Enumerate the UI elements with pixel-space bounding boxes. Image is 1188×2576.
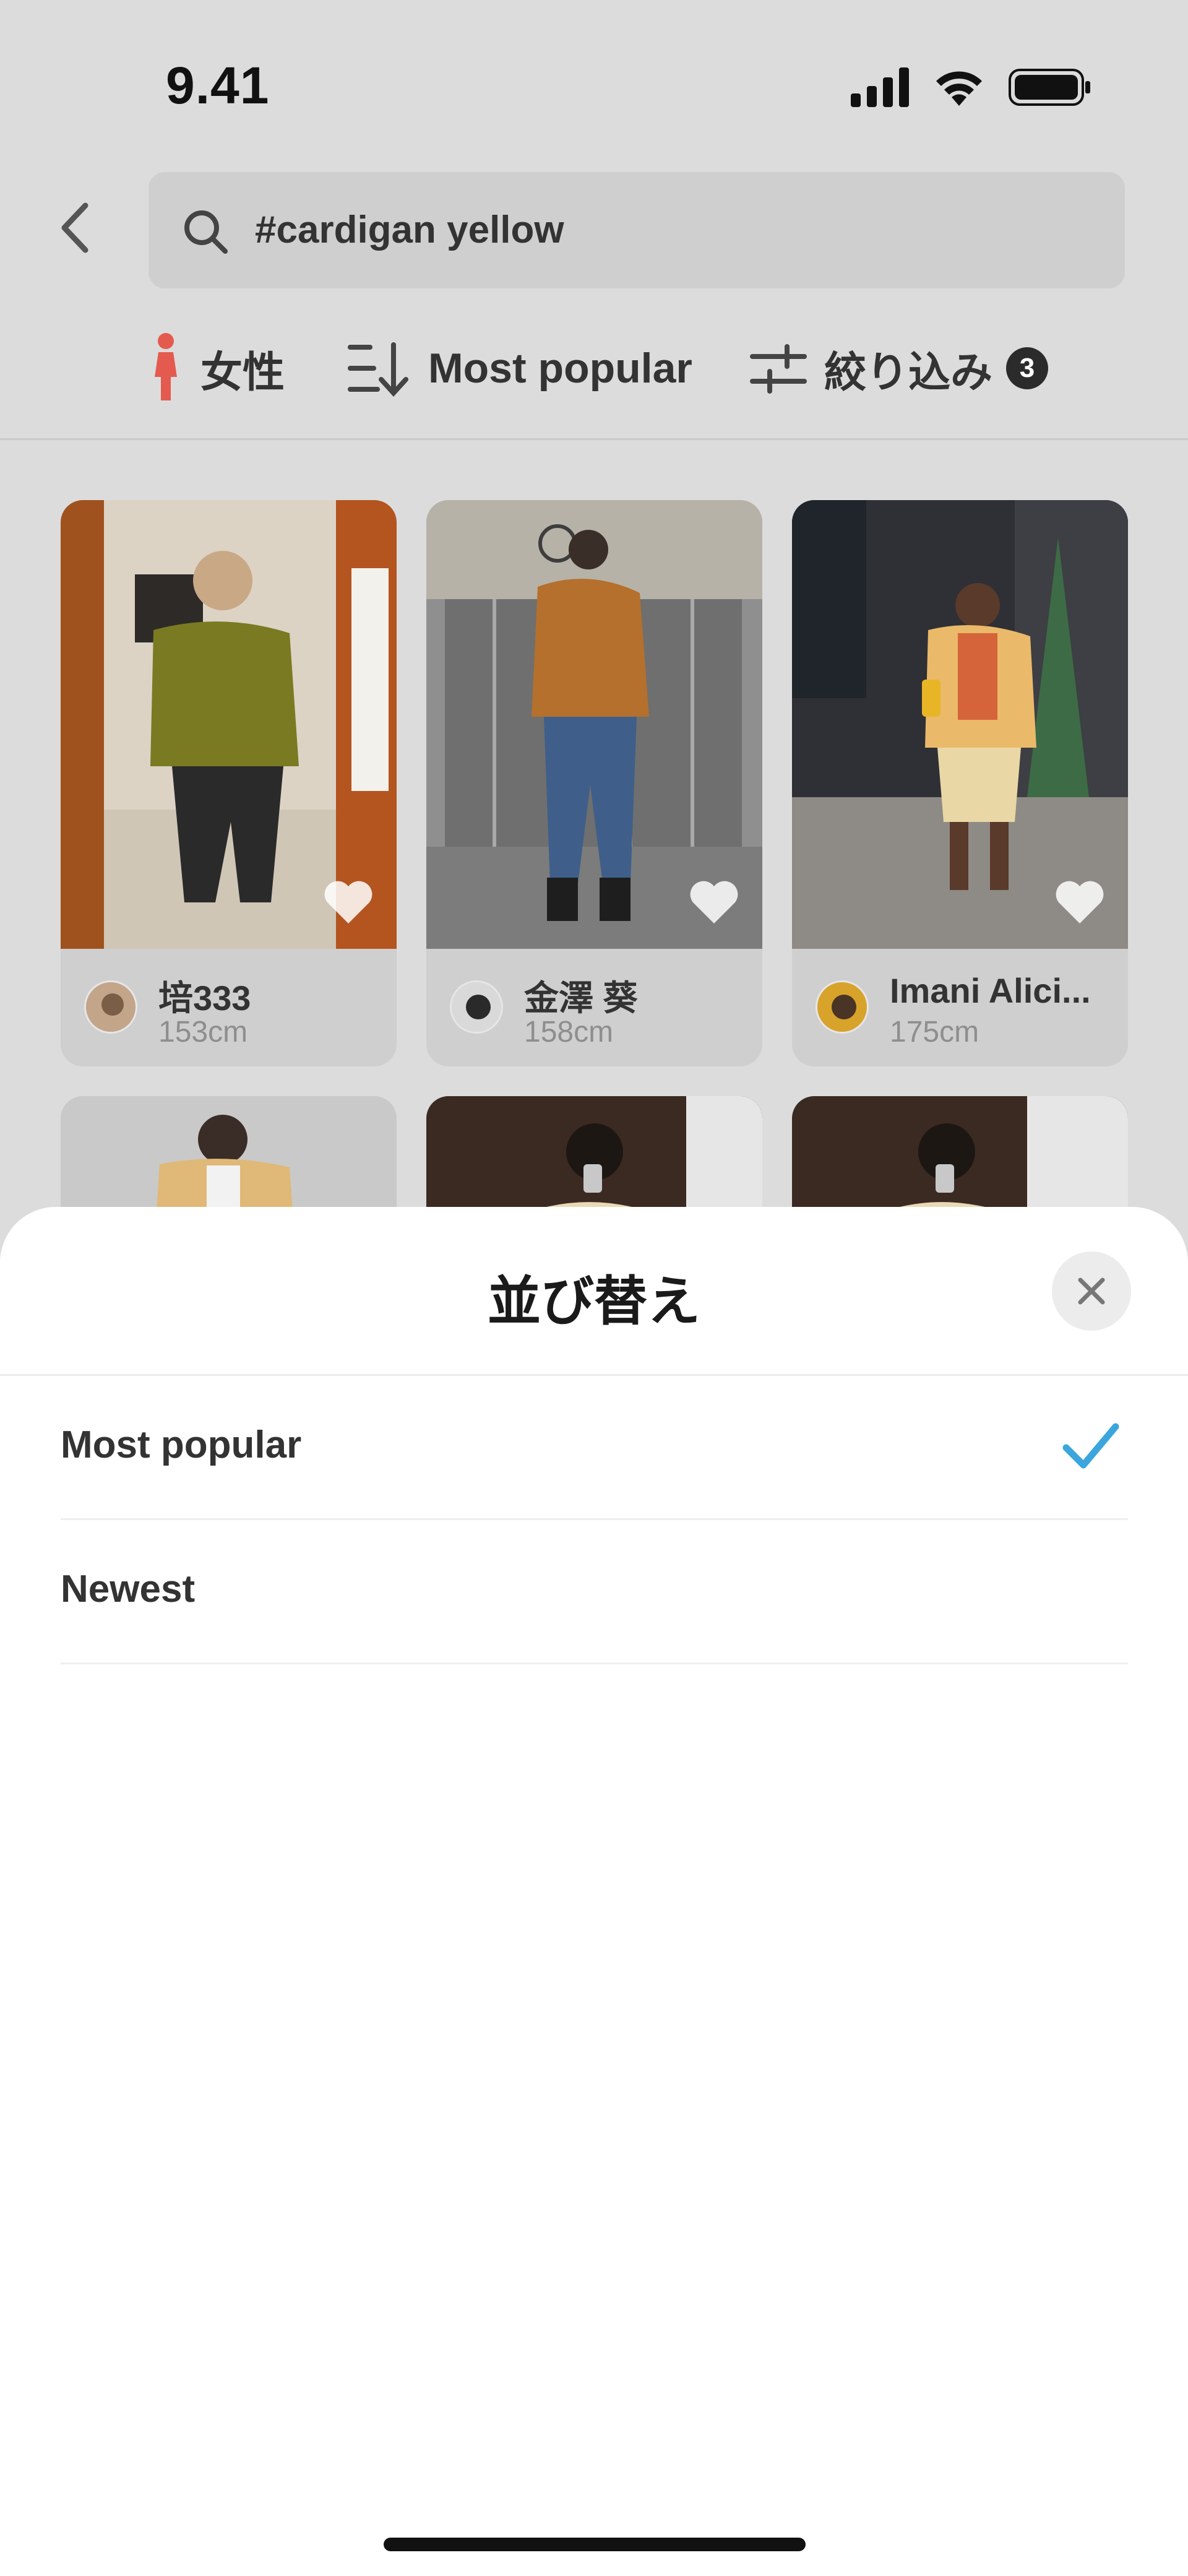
home-indicator [384, 2538, 806, 2551]
sort-bottom-sheet: 並び替え Most popular Newest [0, 1207, 1188, 2576]
sort-option-newest[interactable]: Newest [61, 1520, 1128, 1664]
search-query: #cardigan yellow [255, 209, 564, 251]
post-card[interactable]: 培333 153cm [61, 500, 397, 1066]
sliders-icon [750, 344, 807, 394]
post-user-height: 153cm [158, 1016, 248, 1048]
sort-option-label: Most popular [61, 1424, 302, 1466]
chevron-left-icon [61, 202, 88, 253]
wifi-icon [936, 71, 982, 106]
gender-filter-label: 女性 [200, 348, 285, 396]
post-user-height: 158cm [524, 1016, 614, 1048]
sheet-title: 並び替え [488, 1272, 700, 1331]
heart-icon[interactable] [1054, 879, 1106, 926]
post-card[interactable]: 金澤 葵 158cm [426, 500, 762, 1066]
status-time: 9.41 [166, 56, 270, 115]
sort-label: Most popular [428, 345, 692, 392]
sort-option-most-popular[interactable]: Most popular [61, 1376, 1128, 1520]
post-card[interactable]: Imani Alici... 175cm [792, 500, 1128, 1066]
status-icons [851, 65, 1098, 108]
post-user-height: 175cm [890, 1016, 979, 1048]
cellular-signal-icon [851, 67, 909, 107]
post-username: 金澤 葵 [524, 979, 638, 1018]
filter-row: 女性 Most popular 絞り込み 3 [0, 328, 1188, 408]
avatar[interactable] [84, 980, 137, 1034]
search-icon [184, 210, 228, 254]
battery-icon [1009, 69, 1090, 106]
post-photo [61, 500, 397, 949]
female-icon [155, 333, 177, 400]
header-divider [0, 438, 1188, 440]
sort-option-label: Newest [61, 1568, 196, 1610]
status-bar: 9.41 [0, 0, 1188, 155]
close-button[interactable] [1052, 1251, 1131, 1331]
post-username: 培333 [158, 979, 251, 1018]
heart-icon[interactable] [322, 879, 374, 926]
search-input[interactable]: #cardigan yellow [148, 172, 1125, 288]
post-photo [792, 500, 1128, 949]
refine-filter-label: 絞り込み [824, 348, 993, 396]
avatar[interactable] [816, 980, 869, 1034]
post-username: Imani Alici... [890, 971, 1091, 1010]
sort-icon [348, 342, 408, 397]
back-button[interactable] [50, 197, 105, 259]
filter-count-badge: 3 [1006, 347, 1049, 389]
avatar[interactable] [450, 980, 503, 1034]
checkmark-icon [1062, 1423, 1119, 1469]
close-icon [1078, 1277, 1105, 1305]
heart-icon[interactable] [688, 879, 740, 926]
gender-filter-button[interactable]: 女性 [148, 328, 285, 408]
sort-button[interactable]: Most popular [346, 328, 692, 408]
post-photo [426, 500, 762, 949]
refine-filter-button[interactable]: 絞り込み 3 [750, 328, 1049, 408]
